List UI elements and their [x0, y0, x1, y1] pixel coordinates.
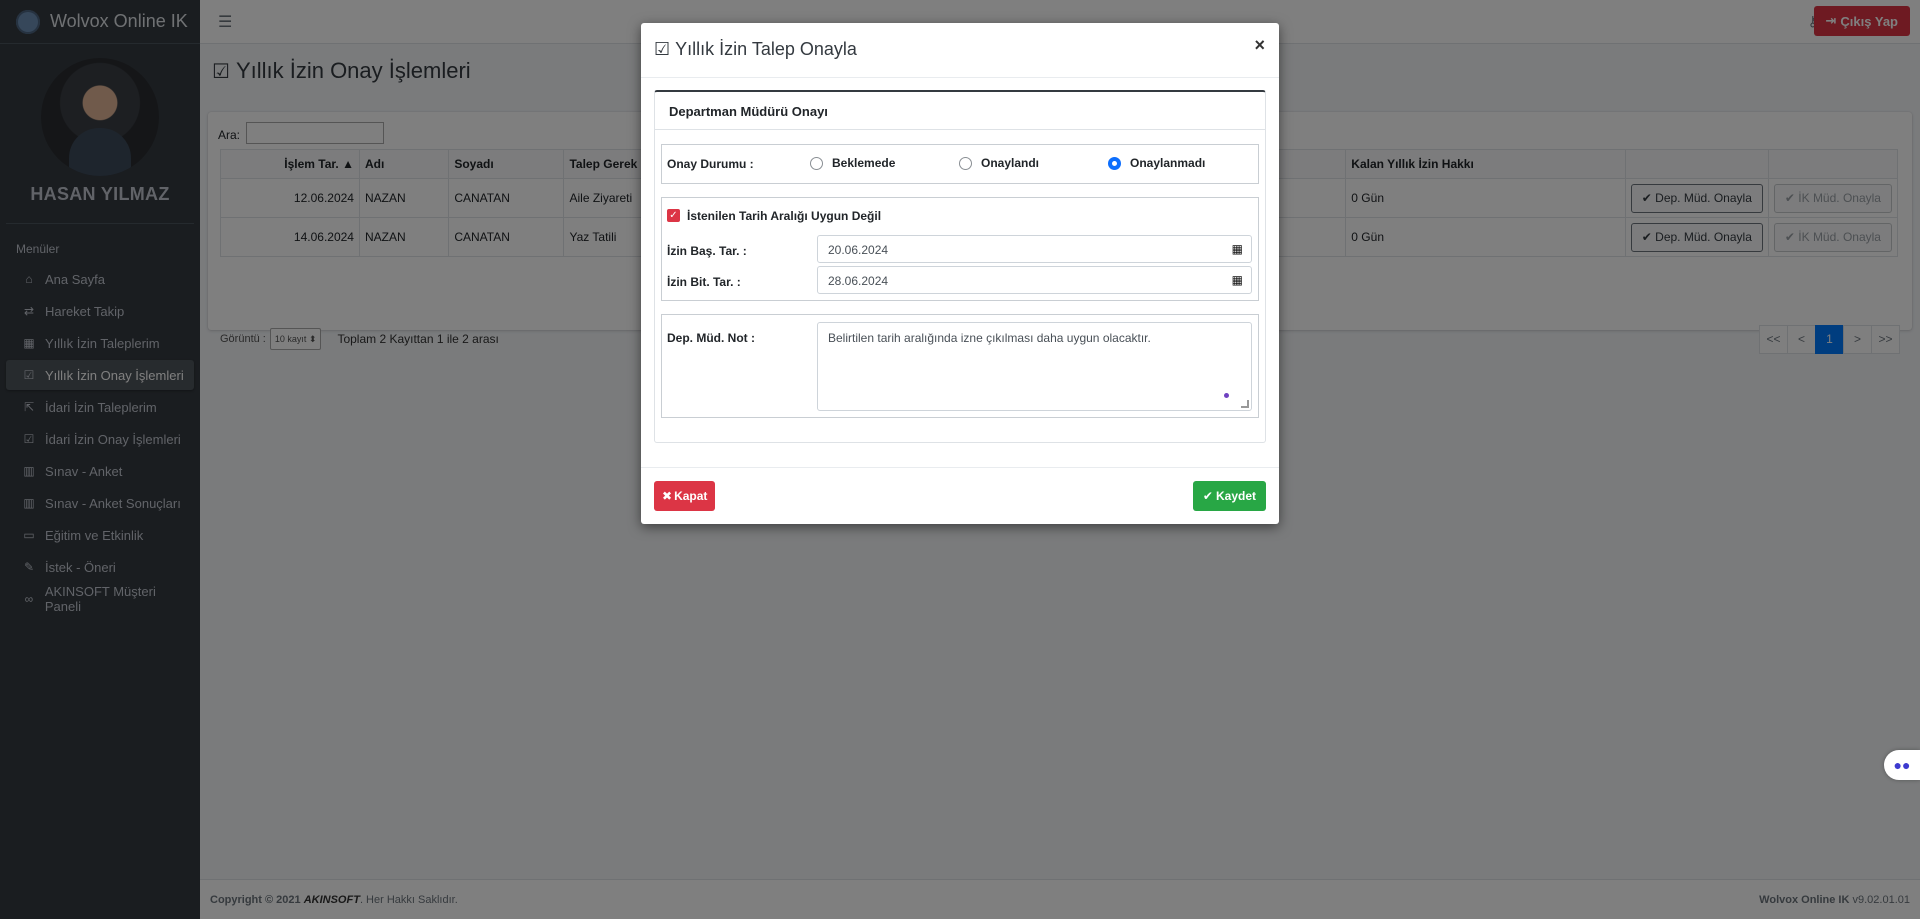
modal-header: ☑ Yıllık İzin Talep Onayla ×: [641, 23, 1279, 78]
radio-circle: [810, 156, 823, 170]
calendar-icon: ▦: [1231, 242, 1243, 256]
dep-approval-card: Departman Müdürü Onayı Onay Durumu : Bek…: [654, 90, 1266, 443]
end-date-label: İzin Bit. Tar. :: [667, 275, 741, 289]
note-fieldset: Dep. Müd. Not : Belirtilen tarih aralığı…: [661, 314, 1259, 418]
unsuitable-date-checkbox[interactable]: ✓: [667, 209, 680, 222]
radio-onaylandi[interactable]: Onaylandı: [959, 156, 1039, 170]
status-label: Onay Durumu :: [667, 157, 754, 171]
grammar-widget-icon[interactable]: [1224, 393, 1229, 398]
radio-circle-selected: [1108, 156, 1121, 170]
calendar-icon: ▦: [1231, 273, 1243, 287]
calendar-check-icon: ☑: [654, 39, 671, 59]
start-date-label: İzin Baş. Tar. :: [667, 244, 747, 258]
times-icon: ✖: [662, 489, 673, 503]
radio-circle: [959, 156, 972, 170]
modal-footer: ✖ Kapat ✔ Kaydet: [641, 467, 1279, 524]
start-date-input[interactable]: 20.06.2024 ▦: [817, 235, 1252, 263]
close-icon[interactable]: ×: [1254, 35, 1265, 56]
chat-widget-icon[interactable]: ●●: [1884, 750, 1920, 780]
note-label: Dep. Müd. Not :: [667, 331, 755, 345]
check-icon: ✔: [1202, 489, 1213, 503]
checkbox-label: İstenilen Tarih Aralığı Uygun Değil: [687, 209, 882, 223]
date-fieldset: ✓ İstenilen Tarih Aralığı Uygun Değil İz…: [661, 197, 1259, 301]
section-title: Departman Müdürü Onayı: [655, 92, 1265, 130]
approval-modal: ☑ Yıllık İzin Talep Onayla × Departman Mü…: [641, 23, 1279, 524]
close-button[interactable]: ✖ Kapat: [654, 481, 716, 511]
status-fieldset: Onay Durumu : Beklemede Onaylandı Onayla…: [661, 144, 1259, 184]
radio-onaylanmadi[interactable]: Onaylanmadı: [1108, 156, 1205, 170]
resize-grip-icon[interactable]: [1241, 400, 1249, 408]
end-date-input[interactable]: 28.06.2024 ▦: [817, 266, 1252, 294]
save-button[interactable]: ✔ Kaydet: [1192, 481, 1266, 511]
radio-beklemede[interactable]: Beklemede: [810, 156, 895, 170]
note-textarea[interactable]: Belirtilen tarih aralığında izne çıkılma…: [817, 322, 1252, 411]
modal-title: ☑ Yıllık İzin Talep Onayla: [654, 39, 857, 59]
